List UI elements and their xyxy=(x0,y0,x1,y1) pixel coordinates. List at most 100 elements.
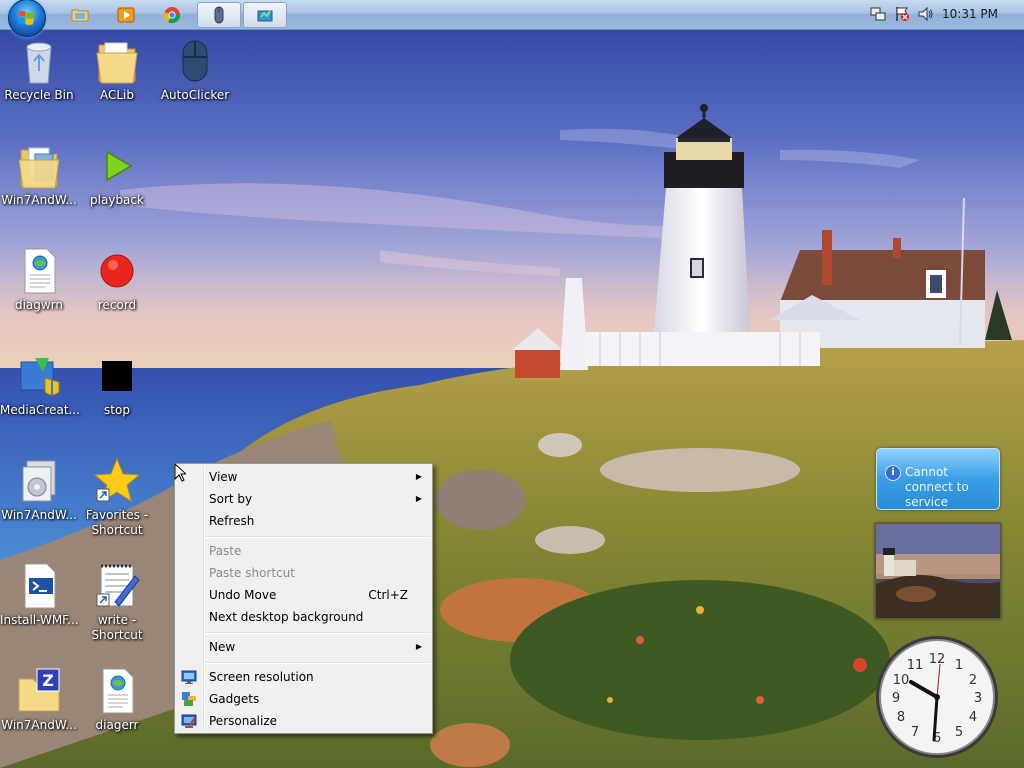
menu-item-label: Paste shortcut xyxy=(209,566,295,580)
menu-item-label: Refresh xyxy=(209,514,255,528)
menu-separator xyxy=(205,536,430,538)
clock-numeral: 7 xyxy=(911,725,919,740)
desktop-icon-stop[interactable]: stop xyxy=(78,352,156,418)
menu-item-label: View xyxy=(209,470,238,484)
installer-icon xyxy=(15,457,63,505)
taskbar-autoclicker-button[interactable] xyxy=(197,2,241,28)
recycle-bin-icon xyxy=(15,37,63,85)
desktop-icon-favorites-shortcut[interactable]: Favorites - Shortcut xyxy=(78,457,156,538)
info-icon: i xyxy=(885,465,901,481)
menu-item-new[interactable]: New ▶ xyxy=(177,636,430,658)
personalize-icon xyxy=(181,714,197,728)
network-icon[interactable] xyxy=(870,6,886,22)
submenu-arrow-icon: ▶ xyxy=(415,494,422,503)
desktop-icon-aclib[interactable]: ACLib xyxy=(78,37,156,103)
desktop-icon-label: Win7AndW... xyxy=(1,718,77,732)
mouse-cursor-icon xyxy=(174,463,186,482)
desktop-icon-label: ACLib xyxy=(99,88,134,102)
desktop-icon-label: stop xyxy=(104,403,130,417)
clock-numeral: 9 xyxy=(892,691,900,706)
desktop-icon-install-wmf[interactable]: Install-WMF... xyxy=(0,562,79,628)
desktop-icon-label: diagerr xyxy=(95,718,139,732)
submenu-arrow-icon: ▶ xyxy=(415,642,422,651)
desktop-icon-diagerr[interactable]: diagerr xyxy=(78,667,156,733)
clock-gadget[interactable]: 12 1 2 3 4 5 6 7 8 9 10 11 xyxy=(874,634,1000,760)
desktop-icon-recycle-bin[interactable]: Recycle Bin xyxy=(0,37,78,103)
windows-flag-icon xyxy=(18,11,35,25)
star-shortcut-icon xyxy=(93,457,141,505)
autoclicker-mouse-icon xyxy=(214,6,224,24)
desktop-icon-playback[interactable]: playback xyxy=(78,142,156,208)
desktop-icon-label: Recycle Bin xyxy=(4,88,74,102)
menu-item-refresh[interactable]: Refresh xyxy=(177,510,430,532)
menu-item-label: Screen resolution xyxy=(209,670,314,684)
desktop-icon-record[interactable]: record xyxy=(78,247,156,313)
menu-item-next-desktop-background[interactable]: Next desktop background xyxy=(177,606,430,628)
desktop-icon-write-shortcut[interactable]: write - Shortcut xyxy=(78,562,156,643)
zip-folder-icon: Z xyxy=(15,667,63,715)
desktop-icon-label: MediaCreat... xyxy=(0,403,80,417)
notification-area: 10:31 PM xyxy=(864,0,1024,30)
taskbar-explorer-button[interactable] xyxy=(58,2,102,28)
menu-item-shortcut: Ctrl+Z xyxy=(368,588,408,602)
action-center-flag-icon[interactable] xyxy=(894,6,910,22)
folder-icon xyxy=(93,37,141,85)
weather-error-message: Cannot connect to service xyxy=(905,465,969,509)
menu-item-screen-resolution[interactable]: Screen resolution xyxy=(177,666,430,688)
taskbar-media-player-button[interactable] xyxy=(104,2,148,28)
menu-item-view[interactable]: View ▶ xyxy=(177,466,430,488)
menu-item-sort-by[interactable]: Sort by ▶ xyxy=(177,488,430,510)
desktop-icon-diagwrn[interactable]: diagwrn xyxy=(0,247,78,313)
desktop-icon-win7andw-installer[interactable]: Win7AndW... xyxy=(0,457,78,523)
taskbar-chrome-button[interactable] xyxy=(150,2,194,28)
desktop-icon-label: AutoClicker xyxy=(160,88,230,102)
desktop-icon-label: record xyxy=(97,298,137,312)
gadgets-icon xyxy=(182,692,196,706)
document-globe-icon xyxy=(15,247,63,295)
slideshow-gadget[interactable] xyxy=(875,523,1001,619)
desktop-icon-label: Win7AndW... xyxy=(1,508,77,522)
desktop-icon-win7andw-zip[interactable]: Z Win7AndW... xyxy=(0,667,78,733)
menu-item-undo-move[interactable]: Undo Move Ctrl+Z xyxy=(177,584,430,606)
notepad-shortcut-icon xyxy=(93,562,141,610)
desktop-icon-autoclicker[interactable]: AutoClicker xyxy=(156,37,234,103)
taskbar-clock[interactable]: 10:31 PM xyxy=(942,7,998,21)
weather-gadget[interactable]: i Cannot connect to service xyxy=(876,448,1000,510)
clock-numeral: 1 xyxy=(955,658,963,673)
menu-item-paste[interactable]: Paste xyxy=(177,540,430,562)
desktop-icon-label: diagwrn xyxy=(14,298,64,312)
menu-item-paste-shortcut[interactable]: Paste shortcut xyxy=(177,562,430,584)
desktop-icon-label: Favorites - Shortcut xyxy=(85,508,149,537)
desktop-icon-label: write - Shortcut xyxy=(91,613,143,642)
svg-text:Z: Z xyxy=(42,671,54,690)
clock-numeral: 4 xyxy=(969,710,977,725)
start-button[interactable] xyxy=(8,0,46,37)
submenu-arrow-icon: ▶ xyxy=(415,472,422,481)
screen-resolution-icon xyxy=(181,670,197,684)
stop-icon xyxy=(93,352,141,400)
desktop-icon-label: Install-WMF... xyxy=(0,613,79,627)
record-icon xyxy=(93,247,141,295)
play-icon xyxy=(93,142,141,190)
menu-separator xyxy=(205,632,430,634)
desktop-icon-win7andw-folder[interactable]: Win7AndW... xyxy=(0,142,78,208)
folder-docs-icon xyxy=(15,142,63,190)
menu-item-label: Personalize xyxy=(209,714,278,728)
menu-item-label: Paste xyxy=(209,544,242,558)
desktop-icon-label: playback xyxy=(90,193,144,207)
menu-separator xyxy=(205,662,430,664)
network-app-icon xyxy=(257,10,273,22)
menu-item-label: New xyxy=(209,640,236,654)
clock-numeral: 3 xyxy=(974,691,982,706)
desktop-context-menu: View ▶ Sort by ▶ Refresh Paste Paste sho… xyxy=(174,463,433,734)
taskbar: 10:31 PM xyxy=(0,0,1024,37)
document-globe-icon xyxy=(93,667,141,715)
desktop-icon-label: Win7AndW... xyxy=(1,193,77,207)
clock-numeral: 11 xyxy=(907,658,924,673)
menu-item-personalize[interactable]: Personalize xyxy=(177,710,430,732)
menu-item-gadgets[interactable]: Gadgets xyxy=(177,688,430,710)
clock-numeral: 8 xyxy=(897,710,905,725)
desktop-icon-mediacreation[interactable]: MediaCreat... xyxy=(0,352,80,418)
volume-icon[interactable] xyxy=(918,6,934,22)
taskbar-network-app-button[interactable] xyxy=(243,2,287,28)
